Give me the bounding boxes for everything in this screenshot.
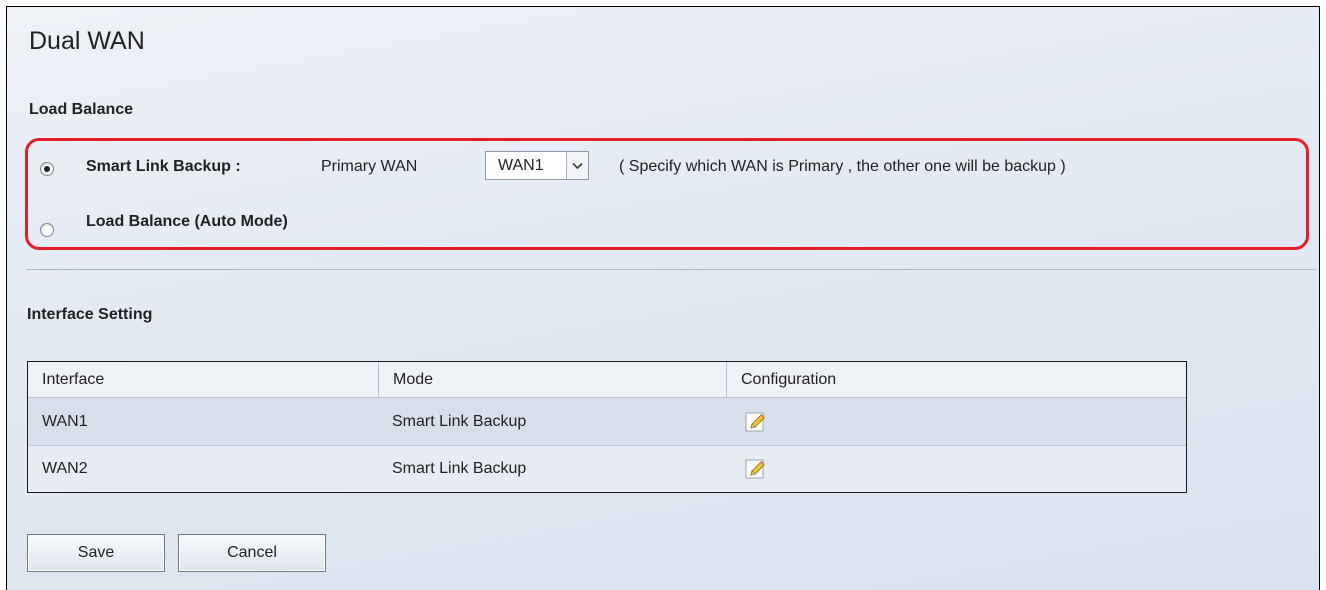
edit-pencil-icon[interactable] (744, 410, 768, 434)
column-header-configuration: Configuration (726, 362, 1186, 397)
cancel-button[interactable]: Cancel (178, 534, 326, 572)
auto-mode-radio[interactable] (40, 223, 54, 237)
mode-cell: Smart Link Backup (392, 460, 527, 477)
table-header-row: Interface Mode Configuration (28, 362, 1186, 398)
highlight-box (25, 138, 1309, 250)
radio-selected-dot (44, 166, 50, 172)
primary-wan-hint: ( Specify which WAN is Primary , the oth… (619, 158, 1066, 175)
configuration-cell (726, 446, 1186, 492)
chevron-down-icon[interactable] (566, 152, 588, 179)
save-button[interactable]: Save (27, 534, 165, 572)
smart-link-backup-label: Smart Link Backup : (86, 158, 241, 175)
primary-wan-select-value: WAN1 (498, 157, 544, 174)
smart-link-backup-radio[interactable] (40, 162, 54, 176)
auto-mode-label: Load Balance (Auto Mode) (86, 213, 288, 230)
dual-wan-panel: Dual WAN Load Balance Smart Link Backup … (6, 6, 1320, 590)
column-header-interface: Interface (42, 370, 105, 388)
mode-cell: Smart Link Backup (392, 412, 527, 430)
load-balance-heading: Load Balance (29, 101, 134, 118)
section-divider (26, 269, 1316, 270)
primary-wan-select[interactable]: WAN1 (485, 151, 589, 180)
interface-cell: WAN2 (42, 460, 88, 477)
interface-cell: WAN1 (42, 412, 88, 430)
page-title: Dual WAN (29, 27, 145, 55)
column-header-mode: Mode (378, 362, 726, 397)
interface-table: Interface Mode Configuration WAN1 Smart … (27, 361, 1187, 493)
edit-pencil-icon[interactable] (744, 457, 768, 481)
table-row: WAN1 Smart Link Backup (28, 398, 1186, 446)
primary-wan-label: Primary WAN (321, 158, 418, 175)
table-row: WAN2 Smart Link Backup (28, 446, 1186, 492)
configuration-cell (726, 398, 1186, 445)
interface-setting-heading: Interface Setting (27, 306, 153, 323)
